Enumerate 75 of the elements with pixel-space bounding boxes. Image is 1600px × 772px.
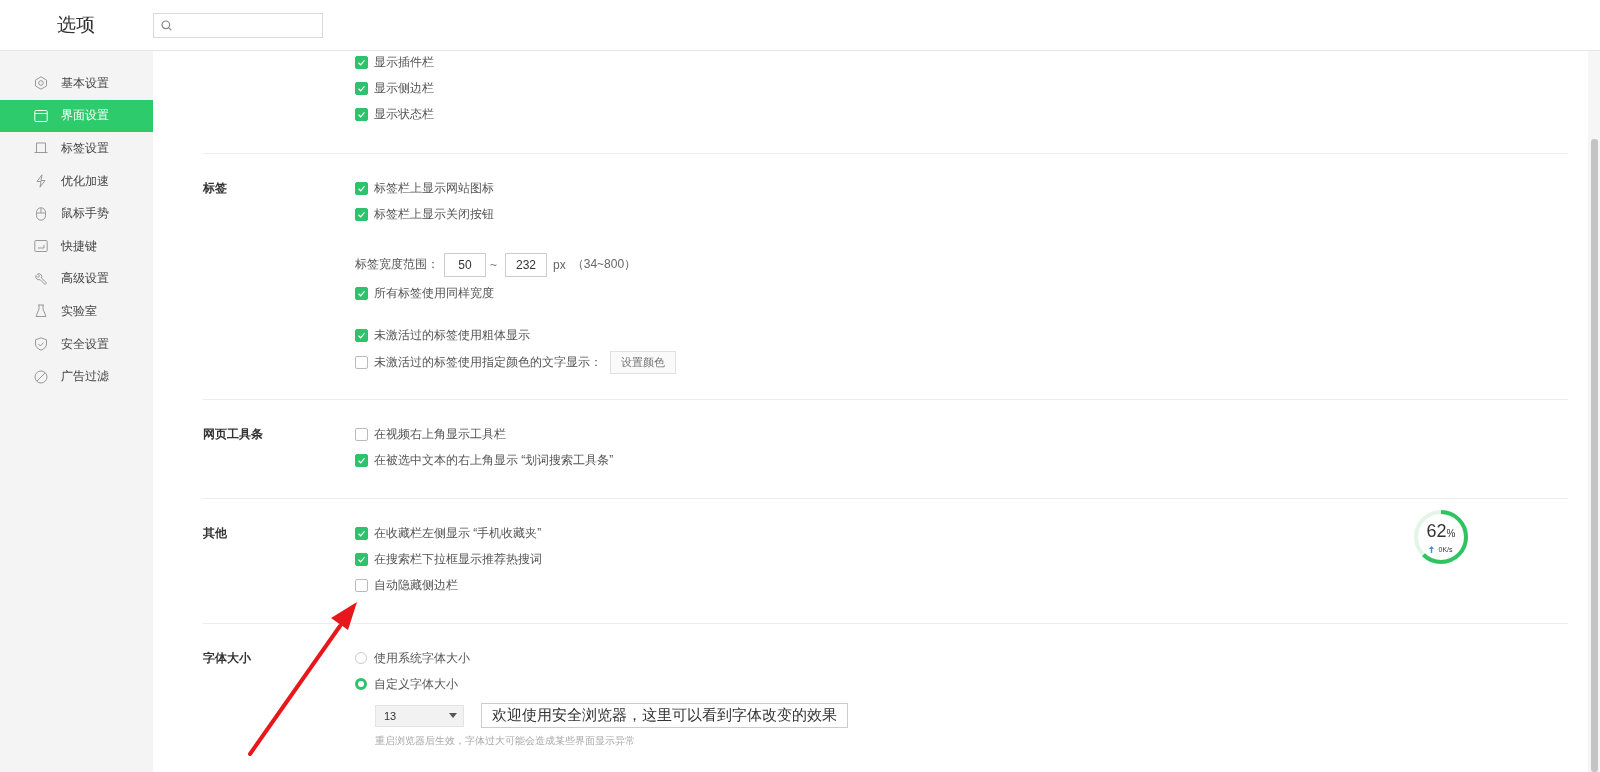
option-label: 标签栏上显示网站图标 — [374, 179, 494, 197]
option-label: 显示侧边栏 — [374, 79, 434, 97]
checkbox[interactable] — [355, 81, 368, 95]
search-field[interactable] — [153, 12, 323, 38]
option-label: 在视频右上角显示工具栏 — [374, 426, 506, 443]
bolt-icon — [34, 174, 48, 189]
option-label: 自动隐藏侧边栏 — [374, 577, 458, 595]
option-label: 标签栏上显示关闭按钮 — [374, 205, 494, 223]
range-separator: ~ — [490, 258, 497, 272]
option-label: 在收藏栏左侧显示 “手机收藏夹” — [374, 524, 542, 542]
sidebar-item[interactable]: 基本设置 — [0, 67, 153, 100]
check-icon — [356, 330, 367, 342]
radio-button[interactable] — [355, 678, 367, 691]
check-icon — [356, 109, 367, 121]
checkbox[interactable] — [355, 329, 368, 343]
font-preview-text: 欢迎使用安全浏览器，这里可以看到字体改变的效果 — [481, 703, 848, 729]
set-color-button[interactable]: 设置颜色 — [610, 350, 676, 374]
option-label: 自定义字体大小 — [374, 675, 458, 693]
option-label: 显示插件栏 — [374, 53, 434, 71]
percent-unit: % — [1446, 527, 1456, 539]
font-note: 重启浏览器后生效，字体过大可能会造成某些界面显示异常 — [375, 734, 636, 749]
tab-icon — [34, 141, 48, 156]
checkbox[interactable] — [355, 181, 368, 195]
max-width-field[interactable]: 232 — [505, 253, 547, 277]
sidebar-item[interactable]: 优化加速 — [0, 164, 153, 198]
min-width-field[interactable]: 50 — [444, 253, 486, 277]
check-icon — [356, 288, 367, 300]
keys-icon — [34, 239, 48, 254]
section-title: 网页工具条 — [203, 427, 263, 442]
gear-icon — [34, 76, 48, 91]
mouse-icon — [34, 206, 48, 221]
option-label: 在被选中文本的右上角显示 “划词搜索工具条” — [374, 452, 614, 470]
checkbox[interactable] — [355, 108, 368, 122]
sidebar-item[interactable]: 标签设置 — [0, 132, 153, 165]
option-label: 所有标签使用同样宽度 — [374, 285, 494, 303]
window-icon — [34, 108, 48, 123]
option-label: 未激活过的标签使用粗体显示 — [374, 327, 530, 345]
ban-icon — [34, 369, 48, 384]
sidebar-item[interactable]: 广告过滤 — [0, 360, 153, 393]
checkbox[interactable] — [355, 287, 368, 301]
option-label: 未激活过的标签使用指定颜色的文字显示： — [374, 353, 602, 371]
sidebar-item[interactable]: 实验室 — [0, 295, 153, 328]
checkbox[interactable] — [355, 207, 368, 221]
section-title: 标签 — [203, 180, 227, 195]
radio-button[interactable] — [355, 652, 367, 664]
font-size-dropdown[interactable]: 13 — [375, 704, 464, 727]
search-icon — [161, 19, 172, 31]
checkbox[interactable] — [355, 355, 368, 369]
up-arrow-icon — [1429, 545, 1435, 553]
page-title: 选项 — [57, 13, 96, 37]
scrollbar-thumb[interactable] — [1591, 139, 1598, 772]
checkbox[interactable] — [355, 579, 368, 593]
checkbox[interactable] — [355, 454, 368, 468]
sidebar-item[interactable]: 高级设置 — [0, 262, 153, 296]
sidebar-item[interactable]: 快捷键 — [0, 229, 153, 263]
sidebar-item[interactable]: 安全设置 — [0, 327, 153, 361]
check-icon — [356, 455, 367, 467]
flask-icon — [34, 304, 48, 319]
wrench-icon — [34, 271, 48, 286]
option-label: 使用系统字体大小 — [374, 649, 470, 667]
checkbox[interactable] — [355, 526, 368, 540]
caret-icon — [449, 713, 457, 719]
range-label: 标签宽度范围： — [355, 256, 439, 274]
section-title: 其他 — [203, 525, 227, 540]
checkbox[interactable] — [355, 55, 368, 69]
option-label: 显示状态栏 — [374, 106, 434, 124]
shield-icon — [34, 337, 48, 352]
unit-label: px — [553, 258, 566, 272]
sidebar-item[interactable]: 鼠标手势 — [0, 197, 153, 230]
checkbox[interactable] — [355, 428, 368, 441]
range-hint: （34~800） — [571, 256, 637, 274]
section-title: 字体大小 — [203, 650, 251, 665]
option-label: 在搜索栏下拉框显示推荐热搜词 — [374, 550, 542, 568]
percent-value: 62 — [1426, 520, 1447, 541]
checkbox[interactable] — [355, 552, 368, 566]
